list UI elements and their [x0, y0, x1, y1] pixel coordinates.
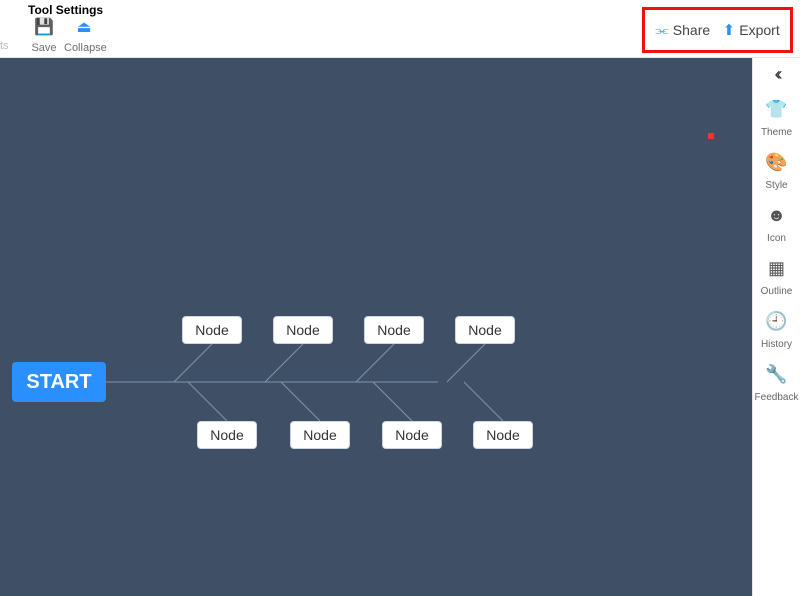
side-item-label: Icon	[767, 233, 786, 244]
root-node[interactable]: START	[12, 362, 106, 402]
side-item-label: History	[761, 339, 792, 350]
export-label: Export	[739, 22, 779, 38]
save-button[interactable]: 💾 Save	[24, 20, 64, 56]
child-node[interactable]: Node	[455, 316, 515, 344]
clock-icon: 🕘	[753, 311, 800, 332]
side-item-label: Outline	[761, 286, 793, 297]
child-node[interactable]: Node	[182, 316, 242, 344]
side-item-style[interactable]: 🎨 Style	[753, 148, 800, 201]
share-icon: ⫘	[655, 22, 669, 39]
side-item-label: Theme	[761, 127, 792, 138]
side-item-outline[interactable]: ▦ Outline	[753, 254, 800, 307]
side-panel: ‹‹ 👕 Theme 🎨 Style ☻ Icon ▦ Outline 🕘 History 🔧 Fee…	[752, 58, 800, 596]
top-right-highlight: ⫘ Share ⬆ Export	[642, 7, 793, 53]
child-node[interactable]: Node	[273, 316, 333, 344]
export-button[interactable]: ⬆ Export	[723, 21, 780, 39]
side-item-label: Style	[765, 180, 787, 191]
smile-icon: ☻	[753, 205, 800, 226]
child-node[interactable]: Node	[290, 421, 350, 449]
tool-settings-label: Tool Settings	[28, 3, 103, 17]
topbar: ts Tool Settings 💾 Save ⏏ Collapse ⫘ Sha…	[0, 0, 800, 58]
collapse-icon: ⏏	[64, 20, 104, 36]
share-label: Share	[673, 22, 710, 38]
palette-icon: 🎨	[753, 152, 800, 173]
side-item-icon[interactable]: ☻ Icon	[753, 201, 800, 254]
collapse-label: Collapse	[64, 42, 107, 54]
share-button[interactable]: ⫘ Share	[655, 22, 710, 39]
side-item-label: Feedback	[755, 392, 799, 403]
side-item-feedback[interactable]: 🔧 Feedback	[753, 360, 800, 413]
grid-icon: ▦	[753, 258, 800, 279]
side-item-history[interactable]: 🕘 History	[753, 307, 800, 360]
chevron-left-icon: ‹‹	[775, 64, 779, 84]
child-node[interactable]: Node	[364, 316, 424, 344]
indicator-dot	[708, 133, 714, 139]
child-node[interactable]: Node	[382, 421, 442, 449]
collapse-button[interactable]: ⏏ Collapse	[64, 20, 104, 56]
canvas[interactable]: START Node Node Node Node Node Node Node Node	[0, 58, 752, 596]
tshirt-icon: 👕	[753, 99, 800, 120]
save-label: Save	[31, 42, 56, 54]
child-node[interactable]: Node	[473, 421, 533, 449]
export-icon: ⬆	[723, 21, 736, 39]
save-icon: 💾	[24, 20, 64, 36]
edge-label: ts	[0, 40, 9, 52]
tool-icon: 🔧	[753, 364, 800, 385]
panel-collapse-button[interactable]: ‹‹	[753, 58, 800, 95]
side-item-theme[interactable]: 👕 Theme	[753, 95, 800, 148]
child-node[interactable]: Node	[197, 421, 257, 449]
